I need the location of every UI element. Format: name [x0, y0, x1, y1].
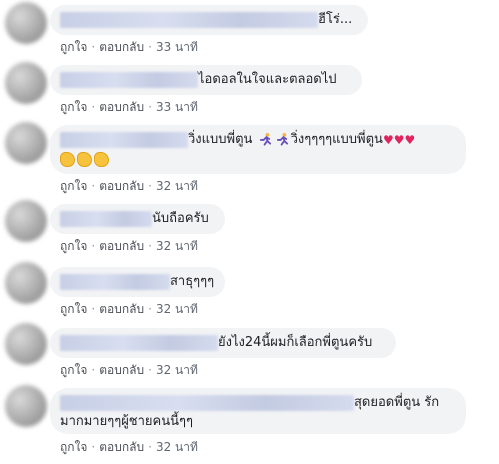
like-link[interactable]: ถูกใจ [60, 239, 87, 253]
comment-actions: ถูกใจ · ตอบกลับ · 33 นาที [60, 100, 198, 114]
separator-dot: · [91, 179, 96, 193]
comment-bubble: ไอดอลในใจและตลอดไป [50, 65, 362, 95]
comment-actions: ถูกใจ · ตอบกลับ · 32 นาที [60, 179, 198, 193]
like-link[interactable]: ถูกใจ [60, 302, 87, 316]
running-person-emoji-icon [259, 132, 271, 146]
commenter-name[interactable] [60, 12, 318, 28]
comment-actions: ถูกใจ · ตอบกลับ · 32 นาที [60, 363, 198, 377]
comment-bubble: ฮีโร่... [50, 5, 368, 35]
separator-dot: · [148, 179, 152, 193]
comment-text-line2: มากมายๆๆผู้ชายคนนี้ๆๆ [60, 414, 193, 429]
comment-text: ฮีโร่... [318, 12, 353, 27]
avatar[interactable] [5, 2, 47, 44]
separator-dot: · [148, 239, 152, 253]
separator-dot: · [91, 302, 96, 316]
comment-time[interactable]: 32 นาที [156, 179, 198, 193]
comment-time[interactable]: 32 นาที [156, 363, 198, 377]
comment-bubble: สุดยอดพี่ตูน รัก มากมายๆๆผู้ชายคนนี้ๆๆ [50, 388, 466, 434]
clapping-hands-emoji-icon [77, 152, 92, 167]
reply-link[interactable]: ตอบกลับ [99, 100, 144, 114]
separator-dot: · [91, 239, 96, 253]
clapping-hands-emoji-icon [60, 152, 75, 167]
comment-text: ยังไง24นี้ผมก็เลือกพี่ตูนครับ [218, 335, 373, 350]
avatar[interactable] [5, 122, 47, 164]
separator-dot: · [91, 363, 96, 377]
reply-link[interactable]: ตอบกลับ [99, 40, 144, 54]
comment-text: ไอดอลในใจและตลอดไป [198, 72, 337, 87]
reply-link[interactable]: ตอบกลับ [99, 239, 144, 253]
commenter-name[interactable] [60, 335, 218, 351]
comment-bubble: สาธุๆๆๆ [50, 267, 225, 297]
avatar[interactable] [5, 385, 47, 427]
comment-bubble: ยังไง24นี้ผมก็เลือกพี่ตูนครับ [50, 328, 396, 358]
commenter-name[interactable] [60, 274, 170, 290]
separator-dot: · [91, 100, 96, 114]
comment-actions: ถูกใจ · ตอบกลับ · 33 นาที [60, 40, 198, 54]
comment-actions: ถูกใจ · ตอบกลับ · 32 นาที [60, 440, 198, 454]
comment-actions: ถูกใจ · ตอบกลับ · 32 นาที [60, 302, 198, 316]
reply-link[interactable]: ตอบกลับ [99, 440, 144, 454]
commenter-name[interactable] [60, 132, 188, 148]
comment-time[interactable]: 33 นาที [156, 100, 198, 114]
commenter-name[interactable] [60, 211, 152, 227]
separator-dot: · [148, 440, 152, 454]
avatar[interactable] [5, 62, 47, 104]
separator-dot: · [148, 363, 152, 377]
comment-bubble: นับถือครับ [50, 204, 225, 234]
comment-actions: ถูกใจ · ตอบกลับ · 32 นาที [60, 239, 198, 253]
comment-bubble: วิ่งแบบพี่ตูน วิ่งๆๆๆๆแบบพี่ตูน♥♥♥ [50, 125, 466, 174]
comment-time[interactable]: 33 นาที [156, 40, 198, 54]
separator-dot: · [148, 40, 152, 54]
like-link[interactable]: ถูกใจ [60, 363, 87, 377]
commenter-name[interactable] [60, 395, 354, 411]
comment-time[interactable]: 32 นาที [156, 239, 198, 253]
avatar[interactable] [5, 323, 47, 365]
avatar[interactable] [5, 262, 47, 304]
separator-dot: · [148, 302, 152, 316]
comment-text: นับถือครับ [152, 211, 209, 226]
clapping-hands-emoji-icon [94, 152, 109, 167]
like-link[interactable]: ถูกใจ [60, 440, 87, 454]
comment-text: สาธุๆๆๆ [170, 274, 215, 289]
like-link[interactable]: ถูกใจ [60, 100, 87, 114]
separator-dot: · [91, 40, 96, 54]
like-link[interactable]: ถูกใจ [60, 40, 87, 54]
heart-emoji-icon: ♥ [404, 133, 416, 147]
reply-link[interactable]: ตอบกลับ [99, 363, 144, 377]
reply-link[interactable]: ตอบกลับ [99, 179, 144, 193]
comment-text-part1: วิ่งแบบพี่ตูน [188, 132, 253, 147]
comment-text-part2: วิ่งๆๆๆๆแบบพี่ตูน [290, 132, 383, 147]
reply-link[interactable]: ตอบกลับ [99, 302, 144, 316]
emoji-row [60, 152, 456, 168]
commenter-name[interactable] [60, 72, 198, 88]
heart-emoji-icon: ♥ [393, 133, 405, 147]
like-link[interactable]: ถูกใจ [60, 179, 87, 193]
separator-dot: · [91, 440, 96, 454]
running-person-emoji-icon [276, 132, 288, 146]
comment-time[interactable]: 32 นาที [156, 302, 198, 316]
separator-dot: · [148, 100, 152, 114]
avatar[interactable] [5, 200, 47, 242]
heart-emoji-icon: ♥ [382, 133, 394, 147]
comment-text-line1: สุดยอดพี่ตูน รัก [354, 395, 440, 410]
comment-time[interactable]: 32 นาที [156, 440, 198, 454]
